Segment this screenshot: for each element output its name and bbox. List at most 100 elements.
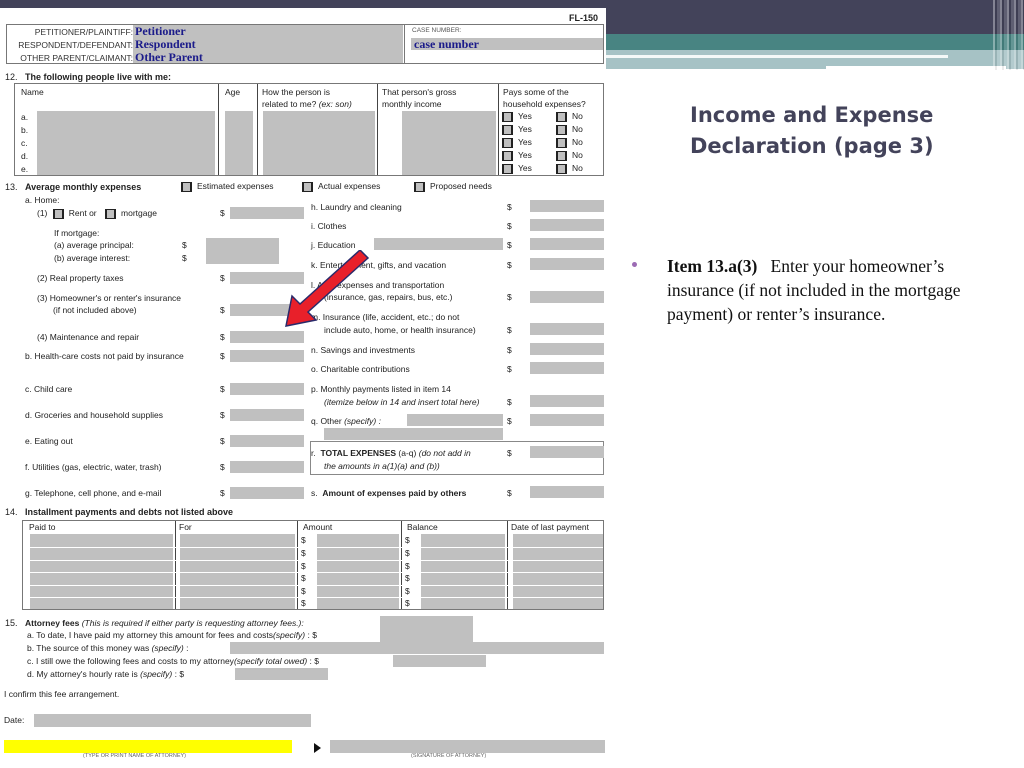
attorney-name-caption: (TYPE OR PRINT NAME OF ATTORNEY): [83, 753, 186, 759]
col-header-relation-b: related to me? (ex: son): [262, 99, 352, 109]
dollar-sign: $: [507, 221, 512, 231]
monthly-payments-field[interactable]: [530, 395, 604, 407]
education-specify-field[interactable]: [374, 238, 503, 250]
no-checkbox-c[interactable]: No: [556, 137, 583, 148]
yes-checkbox-c[interactable]: Yes: [502, 137, 532, 148]
dollar-sign: $: [405, 548, 410, 558]
bullet-dot-icon: [632, 262, 637, 267]
col-header-for: For: [179, 522, 192, 532]
estimated-expenses-checkbox[interactable]: Estimated expenses: [181, 181, 274, 192]
insurance-label-b: (if not included above): [53, 305, 137, 315]
actual-expenses-checkbox[interactable]: Actual expenses: [302, 181, 380, 192]
member-name-field[interactable]: [37, 111, 215, 175]
slide-title-line-2: Declaration (page 3): [690, 134, 934, 158]
principal-label: (a) average principal:: [54, 240, 134, 250]
attorney-fees-c-label: c. I still owe the following fees and co…: [27, 656, 319, 666]
section-15-title: Attorney fees (This is required if eithe…: [25, 618, 304, 628]
entertainment-field[interactable]: [530, 258, 604, 270]
dollar-sign: $: [301, 586, 306, 596]
slide-header-stripes: [993, 0, 1024, 70]
paid-to-date-field[interactable]: [380, 616, 473, 642]
dollar-sign: $: [507, 397, 512, 407]
health-care-label: b. Health-care costs not paid by insuran…: [25, 351, 184, 361]
groceries-field[interactable]: [230, 409, 304, 421]
no-checkbox-b[interactable]: No: [556, 124, 583, 135]
petitioner-label: PETITIONER/PLAINTIFF:: [34, 27, 133, 37]
date-field[interactable]: [34, 714, 311, 727]
attorney-name-field-highlighted[interactable]: [4, 740, 292, 753]
utilities-field[interactable]: [230, 461, 304, 473]
monthly-payments-label-a: p. Monthly payments listed in item 14: [311, 384, 451, 394]
yes-checkbox-e[interactable]: Yes: [502, 163, 532, 174]
total-expenses-note: the amounts in a(1)(a) and (b)): [324, 461, 440, 471]
member-income-field[interactable]: [402, 111, 496, 175]
auto-field[interactable]: [530, 291, 604, 303]
health-care-field[interactable]: [230, 350, 304, 362]
paid-by-others-field[interactable]: [530, 486, 604, 498]
laundry-field[interactable]: [530, 200, 604, 212]
total-expenses-field[interactable]: [530, 446, 604, 458]
maintenance-field[interactable]: [230, 331, 304, 343]
no-checkbox-e[interactable]: No: [556, 163, 583, 174]
hourly-rate-field[interactable]: [235, 668, 328, 680]
dollar-sign: $: [301, 598, 306, 608]
dollar-sign: $: [405, 598, 410, 608]
proposed-needs-checkbox[interactable]: Proposed needs: [414, 181, 492, 192]
fl150-form-page: FL-150 PETITIONER/PLAINTIFF: Petitioner …: [0, 8, 606, 768]
insurance-other-field[interactable]: [530, 323, 604, 335]
date-label: Date:: [4, 715, 25, 725]
yes-checkbox-b[interactable]: Yes: [502, 124, 532, 135]
yes-checkbox-a[interactable]: Yes: [502, 111, 532, 122]
slide-title-line-1: Income and Expense: [690, 103, 934, 127]
mortgage-checkbox[interactable]: [105, 208, 117, 219]
bullet-item-ref: Item 13.a(3): [667, 256, 758, 276]
member-age-field[interactable]: [225, 111, 253, 175]
dollar-sign: $: [220, 462, 225, 472]
yes-checkbox-d[interactable]: Yes: [502, 150, 532, 161]
dollar-sign: $: [220, 410, 225, 420]
member-relation-field[interactable]: [263, 111, 375, 175]
mortgage-principal-interest-field[interactable]: [206, 238, 279, 264]
maintenance-label: (4) Maintenance and repair: [37, 332, 140, 342]
dollar-sign: $: [507, 416, 512, 426]
dollar-sign: $: [301, 561, 306, 571]
telephone-field[interactable]: [230, 487, 304, 499]
row-label-a: a.: [21, 112, 29, 122]
dollar-sign: $: [507, 292, 512, 302]
dollar-sign: $: [405, 535, 410, 545]
rent-checkbox[interactable]: [52, 208, 64, 219]
dollar-sign: $: [507, 202, 512, 212]
dollar-sign: $: [507, 260, 512, 270]
charitable-field[interactable]: [530, 362, 604, 374]
dollar-sign: $: [507, 364, 512, 374]
child-care-field[interactable]: [230, 383, 304, 395]
case-number-label: CASE NUMBER:: [412, 27, 462, 34]
installment-payments-table: Paid to For Amount Balance Date of last …: [22, 520, 604, 610]
other-parent-value: Other Parent: [135, 50, 203, 64]
section-14-number: 14.: [5, 507, 18, 517]
clothes-field[interactable]: [530, 219, 604, 231]
savings-field[interactable]: [530, 343, 604, 355]
education-field[interactable]: [530, 238, 604, 250]
rent-mortgage-field[interactable]: [230, 207, 304, 219]
owed-total-field[interactable]: [393, 655, 486, 667]
other-specify-field-2[interactable]: [324, 428, 503, 440]
no-checkbox-a[interactable]: No: [556, 111, 583, 122]
dollar-sign: $: [301, 535, 306, 545]
dollar-sign: $: [220, 208, 225, 218]
dollar-sign: $: [220, 273, 225, 283]
attorney-signature-field[interactable]: [330, 740, 605, 753]
col-header-relation-a: How the person is: [262, 87, 331, 97]
other-specify-field[interactable]: [407, 414, 503, 426]
other-field[interactable]: [530, 414, 604, 426]
dollar-sign: $: [507, 488, 512, 498]
no-checkbox-d[interactable]: No: [556, 150, 583, 161]
eating-out-field[interactable]: [230, 435, 304, 447]
child-care-label: c. Child care: [25, 384, 73, 394]
rent-mortgage-row: (1) Rent or mortgage: [37, 208, 157, 219]
row-label-c: c.: [21, 138, 28, 148]
if-mortgage-label: If mortgage:: [54, 228, 100, 238]
charitable-label: o. Charitable contributions: [311, 364, 410, 374]
money-source-field[interactable]: [230, 642, 604, 654]
confirm-fee-text: I confirm this fee arrangement.: [4, 689, 120, 699]
